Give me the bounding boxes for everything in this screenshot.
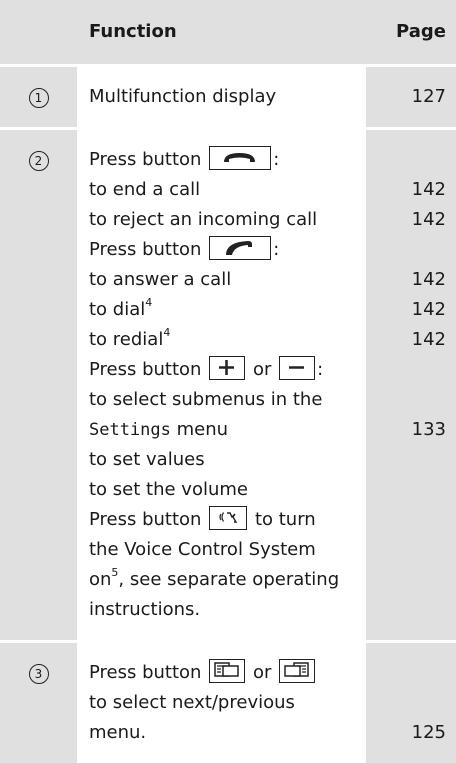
function-line: instructions.: [89, 599, 201, 620]
footnote-ref: 5: [111, 566, 119, 579]
row-number-1: 1: [28, 88, 49, 108]
row-function-cell: Press button or to select next/previous …: [77, 640, 366, 763]
settings-menu-name: Settings: [89, 420, 171, 440]
text-or: or: [252, 662, 272, 683]
menu-previous-icon: [279, 659, 316, 683]
page-number: 142: [411, 209, 446, 230]
row-page-cell: 142 142 142 142 142 133: [366, 127, 456, 640]
page-number: 142: [411, 269, 446, 290]
function-line: Press button or: [89, 658, 366, 688]
function-line: to dial4: [89, 295, 366, 325]
text-press-button: Press button: [89, 359, 202, 380]
text-to-turn: to turn: [254, 509, 316, 530]
footnote-ref: 4: [145, 296, 153, 309]
function-line: to set values: [89, 449, 205, 470]
page-number: 142: [411, 329, 446, 350]
function-line: to answer a call: [89, 269, 232, 290]
header-page: Page: [366, 0, 456, 64]
row-page-cell: 127: [366, 64, 456, 127]
page-number: 142: [411, 299, 446, 320]
text-press-button: Press button: [89, 239, 202, 260]
function-table: Function Page 1 Multifunction display 12…: [0, 0, 456, 763]
function-table-page: Function Page 1 Multifunction display 12…: [0, 0, 456, 763]
function-line: on5, see separate operating: [89, 565, 366, 595]
row-function-cell: Multifunction display: [77, 64, 366, 127]
function-line: to select submenus in the: [89, 389, 323, 410]
row-number-cell: 3: [0, 640, 77, 763]
page-number: 127: [411, 86, 446, 107]
phone-hangup-icon: [209, 146, 272, 170]
text-colon: :: [317, 359, 324, 380]
row-function-cell: Press button : to end a call to reject a…: [77, 127, 366, 640]
table-header-row: Function Page: [0, 0, 456, 64]
minus-icon: [279, 356, 316, 380]
text-colon: :: [273, 149, 280, 170]
plus-icon: [209, 356, 246, 380]
function-line: Press button to turn: [89, 505, 366, 535]
text-press-button: Press button: [89, 509, 202, 530]
header-function: Function: [77, 0, 366, 64]
function-line: to reject an incoming call: [89, 209, 318, 230]
text-press-button: Press button: [89, 662, 202, 683]
row-number-cell: 2: [0, 127, 77, 640]
function-line: to set the volume: [89, 479, 248, 500]
function-line: to end a call: [89, 179, 201, 200]
voice-control-icon: [209, 506, 248, 530]
function-line: Settings menu: [89, 415, 366, 445]
function-line: Press button :: [89, 235, 366, 265]
text-menu: menu: [176, 419, 229, 440]
function-line: Press button or :: [89, 355, 366, 385]
function-line: to select next/previous: [89, 692, 295, 713]
text-or: or: [252, 359, 272, 380]
function-line: Press button :: [89, 145, 366, 175]
row-number-cell: 1: [0, 64, 77, 127]
phone-answer-icon: [209, 236, 272, 260]
table-row: 1 Multifunction display 127: [0, 64, 456, 127]
function-line: menu.: [89, 722, 147, 743]
function-line: the Voice Control System: [89, 539, 316, 560]
text-press-button: Press button: [89, 149, 202, 170]
text-colon: :: [273, 239, 280, 260]
function-line: to redial4: [89, 325, 366, 355]
row-page-cell: 125: [366, 640, 456, 763]
text-to-dial: to dial: [89, 299, 146, 320]
menu-next-icon: [209, 659, 246, 683]
text-to-redial: to redial: [89, 329, 164, 350]
page-number: 125: [411, 722, 446, 743]
function-line: Multifunction display: [89, 86, 277, 107]
footnote-ref: 4: [163, 326, 171, 339]
header-number-cell: [0, 0, 77, 64]
page-number: 133: [411, 419, 446, 440]
page-number: 142: [411, 179, 446, 200]
table-row: 2 Press button : to end a call to reject…: [0, 127, 456, 640]
text-on: on: [89, 569, 112, 590]
row-number-2: 2: [28, 151, 49, 171]
row-number-3: 3: [28, 664, 49, 684]
text-see-separate: , see separate operating: [118, 569, 340, 590]
table-row: 3 Press button or to select next/previou…: [0, 640, 456, 763]
